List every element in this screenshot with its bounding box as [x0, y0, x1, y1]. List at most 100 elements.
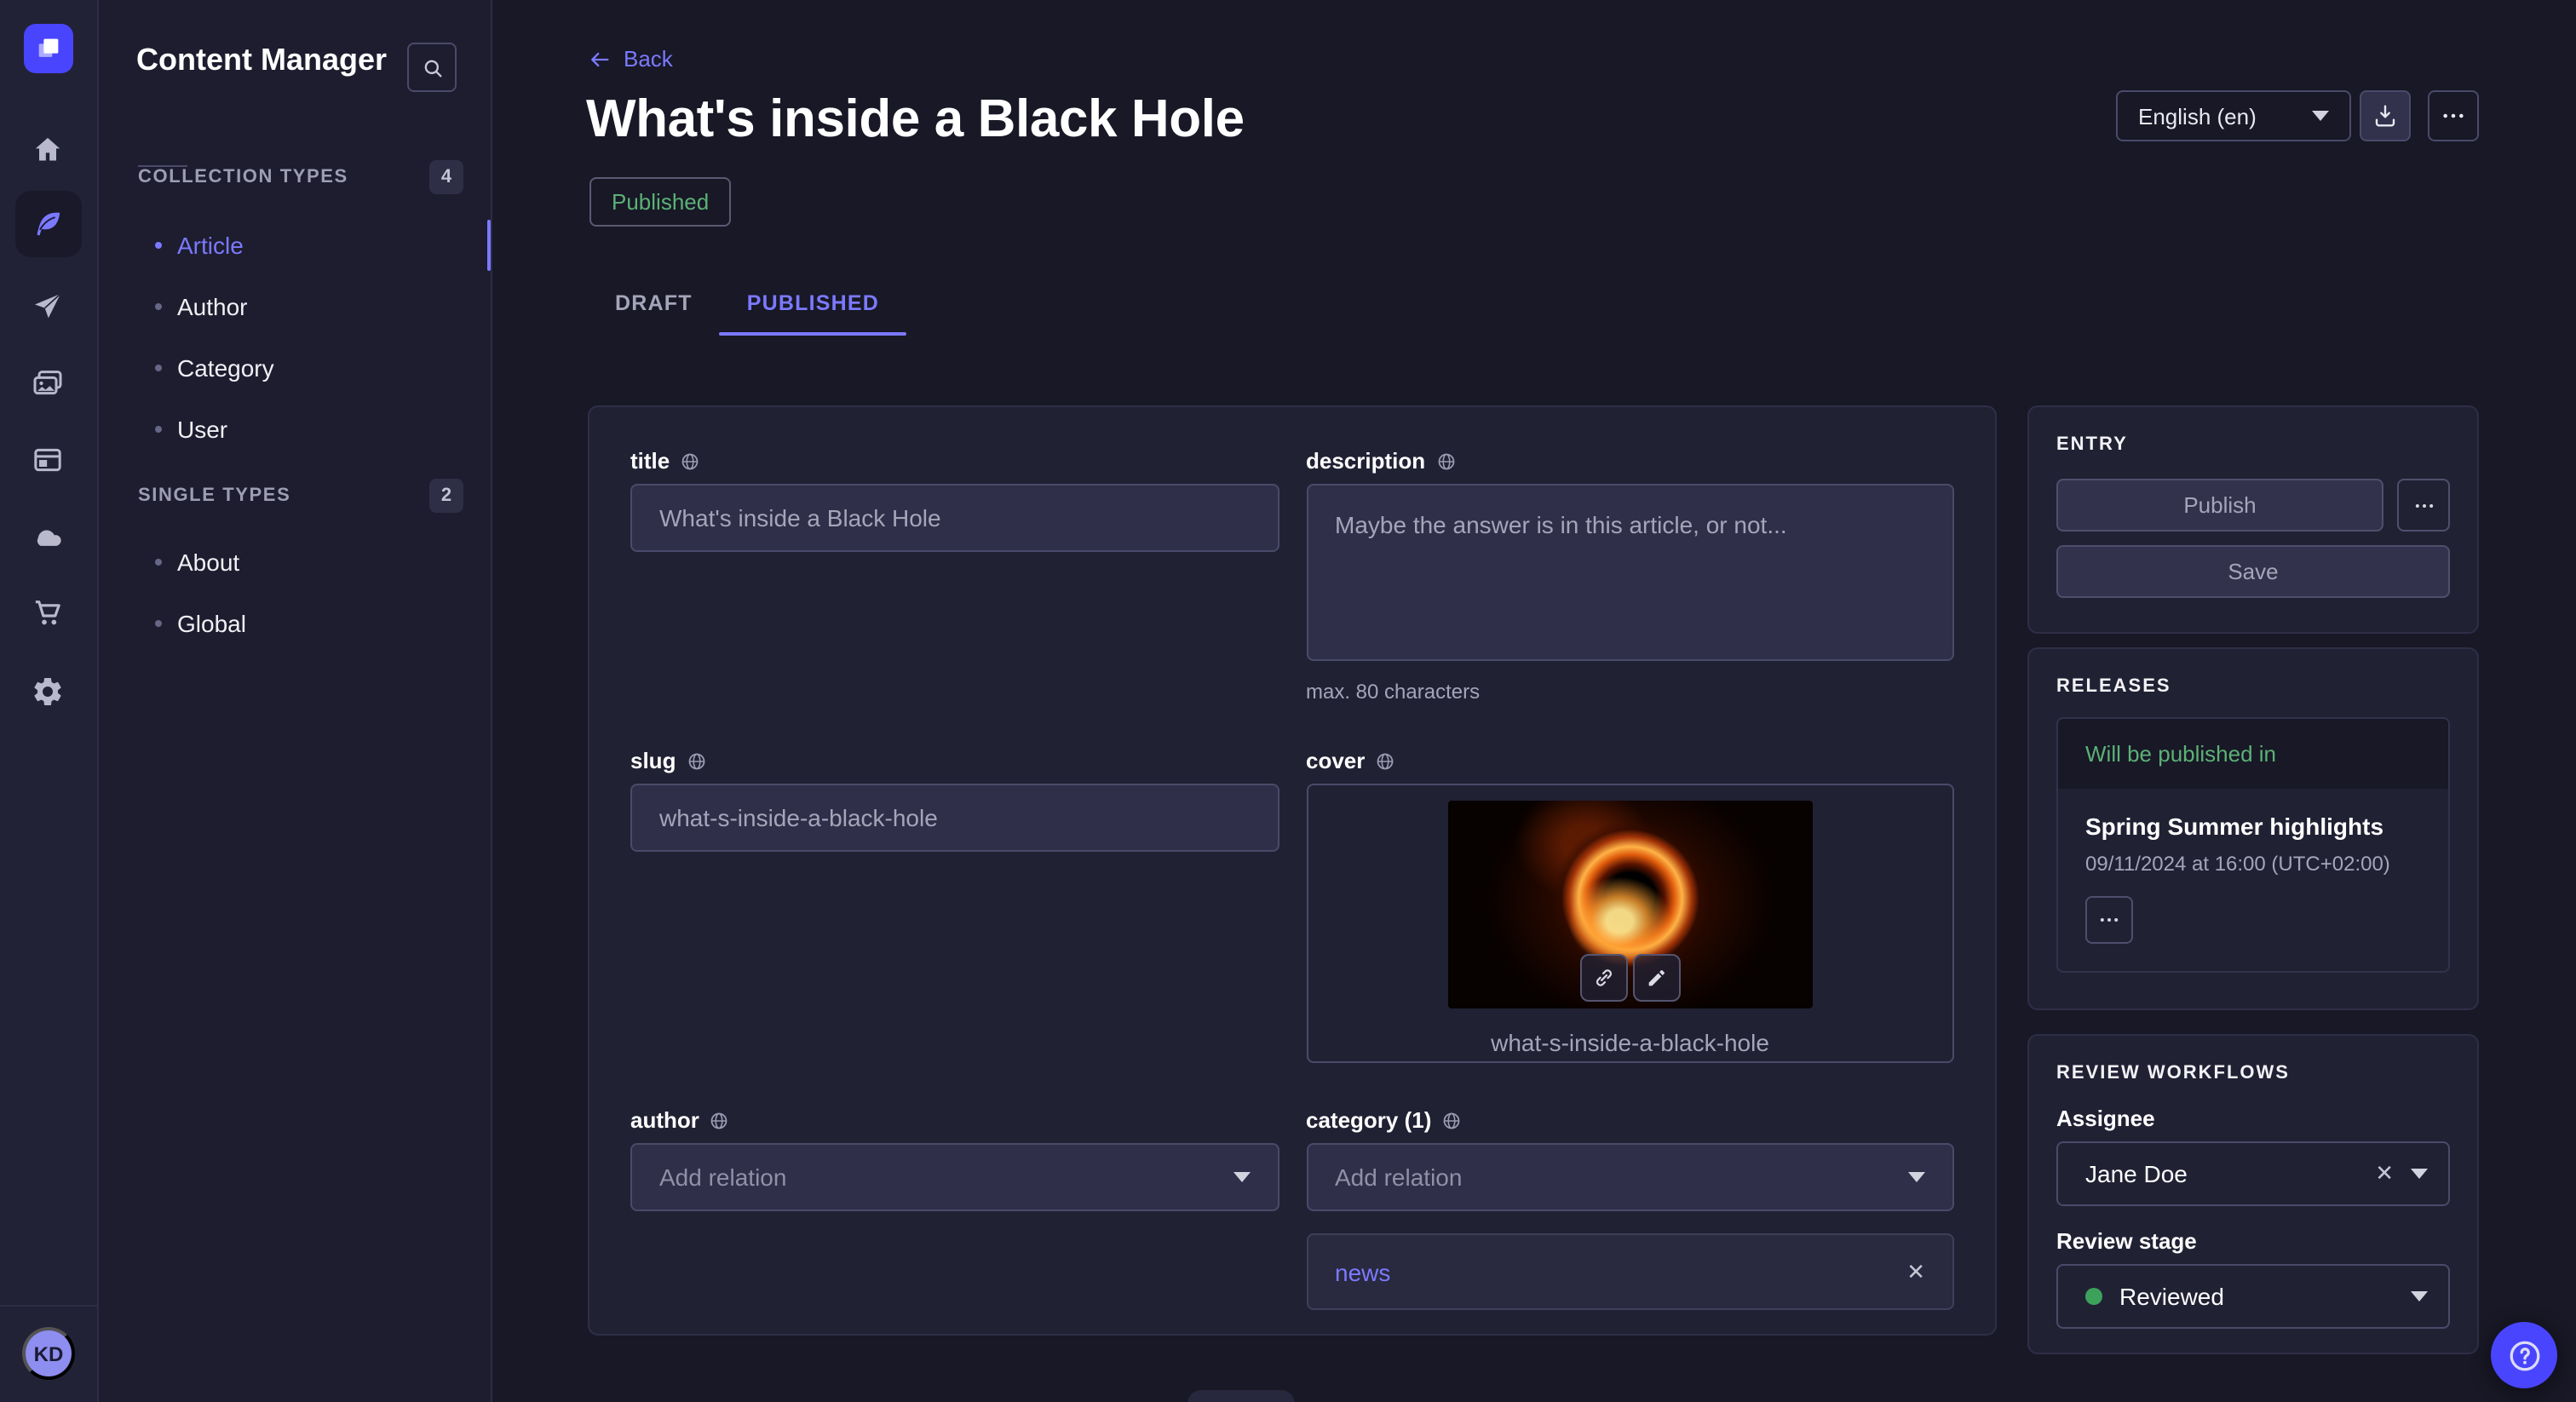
author-field-label-row: author [630, 1107, 1279, 1133]
author-relation-select[interactable]: Add relation [630, 1143, 1279, 1211]
cover-filename: what-s-inside-a-black-hole [1308, 1029, 1952, 1056]
strapi-logo[interactable] [24, 24, 73, 73]
main-nav-rail: KD [0, 0, 99, 1402]
sidebar-item-user[interactable]: User [99, 399, 491, 460]
sidebar-item-global[interactable]: Global [99, 593, 491, 654]
sidebar-item-label: User [177, 416, 227, 443]
entry-panel-heading: ENTRY [2056, 434, 2450, 455]
description-field-label: description [1306, 448, 1425, 474]
copy-link-button[interactable] [1580, 954, 1628, 1002]
description-textarea[interactable]: Maybe the answer is in this article, or … [1306, 484, 1954, 661]
nav-content-type-builder[interactable] [31, 441, 68, 479]
nav-cloud[interactable] [31, 518, 68, 555]
release-title: Spring Summer highlights [2085, 813, 2421, 840]
question-mark-icon [2505, 1336, 2543, 1374]
category-placeholder: Add relation [1335, 1164, 1462, 1191]
collapsed-element-peek [1187, 1390, 1295, 1402]
back-label: Back [624, 46, 673, 72]
more-icon [2412, 493, 2435, 517]
active-item-indicator [487, 220, 491, 271]
globe-icon [1441, 1110, 1462, 1130]
nav-content-manager[interactable] [31, 206, 68, 244]
nav-marketplace[interactable] [31, 595, 68, 632]
layout-icon [31, 443, 65, 477]
globe-icon [1435, 451, 1456, 471]
release-date: 09/11/2024 at 16:00 (UTC+02:00) [2085, 852, 2421, 876]
more-icon [2440, 102, 2467, 129]
collection-types-count-badge: 4 [429, 160, 463, 194]
tab-published[interactable]: PUBLISHED [720, 271, 906, 336]
entry-panel: ENTRY Publish Save [2027, 405, 2479, 634]
bullet-icon [155, 620, 162, 627]
edit-image-button[interactable] [1633, 954, 1681, 1002]
save-button[interactable]: Save [2056, 545, 2450, 598]
bullet-icon [155, 426, 162, 433]
tab-draft[interactable]: DRAFT [588, 271, 720, 336]
globe-icon [710, 1110, 730, 1130]
sidebar-item-about[interactable]: About [99, 531, 491, 593]
content-manager-subnav: Content Manager COLLECTION TYPES 4 Artic… [99, 0, 492, 1402]
collection-types-header: COLLECTION TYPES 4 [138, 160, 463, 194]
gear-icon [31, 675, 65, 709]
content-manager-icon [31, 208, 65, 242]
more-icon [2097, 908, 2121, 932]
review-stage-combobox[interactable]: Reviewed [2056, 1264, 2450, 1329]
download-button[interactable] [2360, 90, 2411, 141]
nav-home[interactable] [31, 131, 68, 169]
entry-more-button[interactable] [2397, 479, 2450, 531]
chevron-down-icon [2411, 1291, 2428, 1301]
single-types-list: About Global [99, 531, 491, 654]
locale-select[interactable]: English (en) [2116, 90, 2351, 141]
title-field: title [630, 448, 1279, 552]
help-button[interactable] [2491, 1322, 2557, 1388]
nav-settings[interactable] [31, 673, 68, 710]
bullet-icon [155, 303, 162, 310]
sidebar-item-label: Author [177, 293, 248, 320]
release-more-button[interactable] [2085, 896, 2133, 944]
sidebar-item-category[interactable]: Category [99, 337, 491, 399]
strapi-logo-icon [34, 34, 63, 63]
sidebar-item-article[interactable]: Article [99, 215, 491, 276]
assignee-label: Assignee [2056, 1106, 2450, 1131]
remove-relation-button[interactable]: ✕ [1906, 1258, 1925, 1285]
cloud-icon [31, 520, 65, 554]
sidebar-item-label: Category [177, 354, 274, 382]
sidebar-item-author[interactable]: Author [99, 276, 491, 337]
title-input[interactable] [630, 484, 1279, 552]
releases-panel: RELEASES Will be published in Spring Sum… [2027, 647, 2479, 1010]
review-stage-value: Reviewed [2119, 1283, 2394, 1310]
search-icon [420, 55, 444, 79]
slug-input[interactable] [630, 784, 1279, 852]
nav-media-library[interactable] [31, 365, 68, 402]
chevron-down-icon [2411, 1169, 2428, 1179]
category-field-label: category (1) [1306, 1107, 1431, 1133]
cover-field: cover what-s-inside [1306, 748, 1954, 1063]
globe-icon [686, 750, 706, 771]
search-button[interactable] [407, 43, 457, 92]
category-relation-select[interactable]: Add relation [1306, 1143, 1954, 1211]
review-stage-label: Review stage [2056, 1228, 2450, 1254]
version-tabs: DRAFT PUBLISHED [588, 271, 906, 336]
chevron-down-icon [2312, 111, 2329, 121]
clear-assignee-button[interactable]: ✕ [2375, 1160, 2394, 1187]
category-field-label-row: category (1) [1306, 1107, 1954, 1133]
close-icon: ✕ [2375, 1160, 2394, 1186]
chevron-down-icon [1233, 1172, 1250, 1182]
publish-button[interactable]: Publish [2056, 479, 2383, 531]
cart-icon [31, 596, 65, 630]
description-field-label-row: description [1306, 448, 1954, 474]
description-field: description Maybe the answer is in this … [1306, 448, 1954, 704]
status-badge: Published [589, 177, 731, 227]
globe-icon [1375, 750, 1395, 771]
back-button[interactable]: Back [588, 46, 673, 72]
nav-releases[interactable] [31, 288, 68, 325]
assignee-combobox[interactable]: Jane Doe ✕ [2056, 1141, 2450, 1206]
cover-image-black-hole [1448, 801, 1813, 1008]
subnav-title: Content Manager [136, 43, 387, 78]
relation-news-link[interactable]: news [1335, 1258, 1390, 1285]
avatar[interactable]: KD [22, 1327, 75, 1380]
more-actions-button[interactable] [2428, 90, 2479, 141]
description-hint: max. 80 characters [1306, 680, 1954, 704]
link-icon [1592, 966, 1616, 990]
category-field: category (1) Add relation news ✕ [1306, 1107, 1954, 1310]
